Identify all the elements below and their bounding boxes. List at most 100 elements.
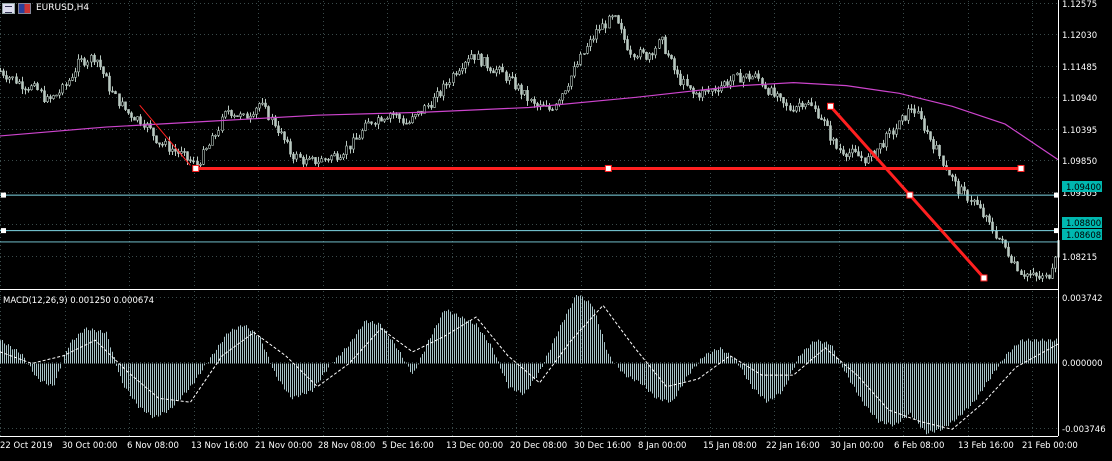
- candle-body: [65, 84, 68, 86]
- candle-body: [327, 158, 330, 161]
- candle-body: [888, 130, 891, 134]
- candle-body: [398, 113, 401, 119]
- chart-properties-icon[interactable]: [2, 2, 15, 14]
- candle-body: [654, 47, 657, 56]
- candle-body: [102, 66, 105, 75]
- candle-body: [839, 148, 842, 151]
- candle-body: [913, 108, 916, 114]
- time-label: 20 Dec 08:00: [510, 441, 567, 451]
- candle-body: [942, 155, 945, 166]
- candle-body: [798, 102, 801, 107]
- candle-body: [61, 84, 64, 94]
- candle-body: [645, 52, 648, 60]
- candle-body: [314, 157, 317, 165]
- candle-body: [1029, 273, 1032, 276]
- candle-body: [920, 111, 923, 119]
- macd-indicator-title[interactable]: MACD(12,26,9) 0.001250 0.000674: [3, 296, 154, 306]
- price-label: 1.12575: [1062, 0, 1097, 10]
- candle-body: [411, 116, 414, 124]
- candle-body: [723, 81, 726, 87]
- candle-body: [377, 117, 380, 125]
- candle-body: [732, 74, 735, 82]
- candle-body: [501, 66, 504, 73]
- candle-body: [832, 138, 835, 141]
- chart-window[interactable]: 1.12575 1.12030 1.11485 1.10940 1.10395 …: [0, 0, 1112, 457]
- eurusd-h4-chart[interactable]: 1.12575 1.12030 1.11485 1.10940 1.10395 …: [0, 0, 1112, 457]
- candle-body: [55, 94, 58, 97]
- candle-body: [892, 130, 895, 135]
- candle-body: [439, 91, 442, 97]
- candle-body: [857, 151, 860, 157]
- candle-body: [973, 199, 976, 202]
- candle-body: [682, 78, 685, 85]
- candle-body: [517, 84, 520, 90]
- candle-body: [361, 130, 364, 139]
- candle-body: [848, 152, 851, 157]
- eurusd-flag-icon: [18, 2, 31, 14]
- tag-upper-horizontal: 1.09400: [1066, 183, 1101, 193]
- candle-body: [305, 159, 308, 165]
- candle-body: [71, 77, 74, 81]
- candle-body: [954, 176, 957, 182]
- candle-body: [370, 121, 373, 124]
- candle-body: [595, 29, 598, 40]
- candle-body: [745, 73, 748, 78]
- macd-axis-labels: 0.003742 0.000000 -0.003746: [1062, 294, 1106, 435]
- horizontal-lines[interactable]: [0, 192, 1059, 243]
- candle-body: [414, 114, 417, 118]
- candle-body: [324, 158, 327, 160]
- candle-body: [792, 109, 795, 112]
- candle-body: [567, 85, 570, 92]
- candle-body: [205, 148, 208, 150]
- candle-body: [633, 54, 636, 58]
- candle-body: [433, 96, 436, 108]
- candle-body: [408, 122, 411, 125]
- candle-body: [1038, 275, 1041, 279]
- candle-body: [8, 77, 11, 80]
- candle-body: [907, 108, 910, 121]
- candle-body: [161, 143, 164, 146]
- candle-body: [1054, 256, 1057, 269]
- candle-body: [982, 207, 985, 218]
- candle-body: [470, 54, 473, 60]
- candle-body: [960, 186, 963, 195]
- candle-body: [427, 104, 430, 107]
- candle-body: [168, 140, 171, 152]
- candle-body: [255, 107, 258, 115]
- candle-body: [530, 99, 533, 101]
- candle-body: [221, 116, 224, 131]
- candle-body: [1032, 272, 1035, 275]
- candle-body: [68, 80, 71, 86]
- price-label: 1.11485: [1062, 63, 1097, 73]
- candle-body: [486, 57, 489, 69]
- candle-body: [898, 120, 901, 130]
- candle-body: [520, 84, 523, 95]
- candle-body: [561, 93, 564, 101]
- candle-body: [436, 91, 439, 98]
- macd-histogram: [0, 294, 1057, 435]
- candle-body: [90, 54, 93, 63]
- candle-body: [617, 15, 620, 24]
- candle-body: [579, 53, 582, 65]
- candle-body: [283, 131, 286, 141]
- horizontal-line-handle: [1, 192, 6, 198]
- time-label: 13 Dec 00:00: [446, 441, 503, 451]
- candle-body: [764, 84, 767, 89]
- candle-body: [295, 153, 298, 160]
- candle-body: [938, 145, 941, 157]
- candle-body: [976, 199, 979, 205]
- candle-body: [879, 143, 882, 150]
- candle-body: [339, 157, 342, 160]
- candle-body: [864, 157, 867, 164]
- trendline: [139, 104, 191, 166]
- time-label: 21 Nov 00:00: [255, 441, 312, 451]
- candle-body: [299, 153, 302, 158]
- candle-body: [246, 113, 249, 119]
- candle-body: [673, 58, 676, 71]
- candle-body: [124, 101, 127, 110]
- candle-body: [770, 87, 773, 95]
- candle-body: [489, 67, 492, 72]
- candle-body: [83, 58, 86, 66]
- candle-body: [882, 143, 885, 148]
- candle-body: [333, 153, 336, 157]
